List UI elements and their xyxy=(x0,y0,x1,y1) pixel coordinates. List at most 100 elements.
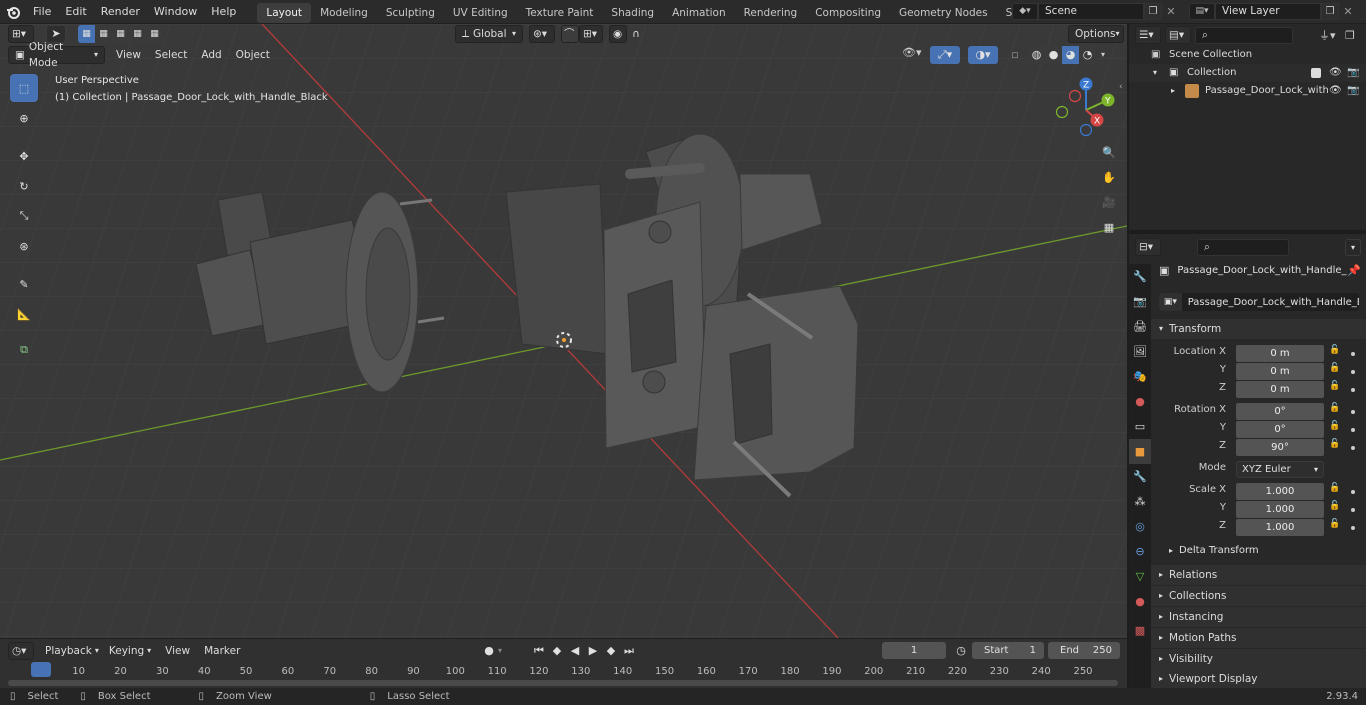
keyframe-dot-icon[interactable] xyxy=(1351,410,1355,414)
tab-rendering[interactable]: Rendering xyxy=(735,3,807,23)
rendered-shading-icon[interactable]: ◔ xyxy=(1079,46,1096,64)
timeline-scrollbar[interactable] xyxy=(8,680,1118,686)
camera-icon[interactable]: 📷 xyxy=(1347,64,1359,82)
shading-options-icon[interactable]: ▾ xyxy=(1096,46,1110,64)
rotation-y-field[interactable]: 0° xyxy=(1236,421,1324,438)
viewport-menu-object[interactable]: Object xyxy=(231,46,275,64)
tab-shading[interactable]: Shading xyxy=(602,3,663,23)
lock-icon[interactable]: 🔓 xyxy=(1329,439,1340,449)
location-x-field[interactable]: 0 m xyxy=(1236,345,1324,362)
expand-arrow-icon[interactable]: ▸ xyxy=(1171,82,1175,100)
scale-y-field[interactable]: 1.000 xyxy=(1236,501,1324,518)
outliner-editor-type-icon[interactable]: ☰▾ xyxy=(1135,26,1161,44)
remove-scene-icon[interactable]: ✕ xyxy=(1162,3,1180,20)
move-tool-icon[interactable]: ✥ xyxy=(10,142,38,170)
sidebar-toggle-icon[interactable]: ‹ xyxy=(1119,82,1123,92)
keyframe-dot-icon[interactable] xyxy=(1351,446,1355,450)
snap-toggle-icon[interactable]: ⌒ xyxy=(561,25,579,43)
tab-compositing[interactable]: Compositing xyxy=(806,3,890,23)
tab-geometry-nodes[interactable]: Geometry Nodes xyxy=(890,3,997,23)
properties-editor-type-icon[interactable]: ⊟▾ xyxy=(1135,238,1161,256)
proportional-falloff-icon[interactable]: ∩ xyxy=(627,25,647,43)
viewport-menu-select[interactable]: Select xyxy=(150,46,192,64)
texture-tab-icon[interactable]: ▩ xyxy=(1129,618,1151,643)
outliner-object-row[interactable]: ▸ Passage_Door_Lock_with 👁 📷 xyxy=(1129,82,1366,100)
lock-icon[interactable]: 🔓 xyxy=(1329,381,1340,391)
location-z-field[interactable]: 0 m xyxy=(1236,381,1324,398)
scene-icon[interactable]: ◆▾ xyxy=(1012,3,1038,20)
options-dropdown[interactable]: Options ▾ xyxy=(1068,25,1124,43)
motion-paths-panel-header[interactable]: ▸ Motion Paths xyxy=(1151,628,1366,648)
filter-icon[interactable]: ⏚▾ xyxy=(1319,27,1345,43)
remove-view-layer-icon[interactable]: ✕ xyxy=(1339,3,1357,20)
keyframe-dot-icon[interactable] xyxy=(1351,352,1355,356)
select-box-tool-icon[interactable]: ⬚ xyxy=(10,74,38,102)
lock-icon[interactable]: 🔓 xyxy=(1329,345,1340,355)
lock-icon[interactable]: 🔓 xyxy=(1329,421,1340,431)
lock-icon[interactable]: 🔓 xyxy=(1329,483,1340,493)
visibility-icon[interactable]: 👁▾ xyxy=(902,46,930,64)
transform-panel-header[interactable]: ▾ Transform xyxy=(1151,319,1366,339)
keyframe-dot-icon[interactable] xyxy=(1351,508,1355,512)
tab-modeling[interactable]: Modeling xyxy=(311,3,377,23)
keyframe-dot-icon[interactable] xyxy=(1351,526,1355,530)
solid-shading-icon[interactable]: ● xyxy=(1045,46,1062,64)
rotate-tool-icon[interactable]: ↻ xyxy=(10,172,38,200)
add-cube-tool-icon[interactable]: ⧉ xyxy=(10,336,38,364)
scale-tool-icon[interactable]: ⤡ xyxy=(10,202,38,230)
lock-icon[interactable]: 🔓 xyxy=(1329,363,1340,373)
view-layer-name-field[interactable]: View Layer xyxy=(1215,3,1321,20)
keyframe-dot-icon[interactable] xyxy=(1351,388,1355,392)
tab-uv-editing[interactable]: UV Editing xyxy=(444,3,517,23)
output-tab-icon[interactable]: 🖨 xyxy=(1129,314,1151,339)
outliner-search-input[interactable]: ⌕ xyxy=(1195,26,1293,44)
new-scene-icon[interactable]: ❐ xyxy=(1144,3,1162,20)
wireframe-shading-icon[interactable]: ◍ xyxy=(1028,46,1045,64)
eye-icon[interactable]: 👁 xyxy=(1329,64,1342,82)
measure-tool-icon[interactable]: 📐 xyxy=(10,300,38,328)
new-view-layer-icon[interactable]: ❐ xyxy=(1321,3,1339,20)
xray-toggle-icon[interactable]: ▫ xyxy=(1006,46,1024,64)
scale-x-field[interactable]: 1.000 xyxy=(1236,483,1324,500)
blender-logo-icon[interactable] xyxy=(0,0,26,24)
viewport-display-panel-header[interactable]: ▸ Viewport Display xyxy=(1151,669,1366,688)
select-extend-icon[interactable]: ▦ xyxy=(95,25,112,43)
material-tab-icon[interactable]: ● xyxy=(1129,589,1151,614)
collections-panel-header[interactable]: ▸ Collections xyxy=(1151,586,1366,606)
select-intersect-icon[interactable]: ▦ xyxy=(146,25,163,43)
material-shading-icon[interactable]: ◕ xyxy=(1062,46,1079,64)
navigation-gizmo[interactable]: Z Y X xyxy=(1050,74,1122,146)
menu-file[interactable]: File xyxy=(26,0,58,24)
constraints-tab-icon[interactable]: ⊖ xyxy=(1129,539,1151,564)
overlay-toggle-icon[interactable]: ◑▾ xyxy=(968,46,998,64)
tab-sculpting[interactable]: Sculpting xyxy=(377,3,444,23)
scene-name-field[interactable]: Scene xyxy=(1038,3,1144,20)
gizmo-toggle-icon[interactable]: ⤢▾ xyxy=(930,46,960,64)
properties-options-icon[interactable]: ▾ xyxy=(1345,238,1361,256)
eye-icon[interactable]: 👁 xyxy=(1329,82,1342,100)
keyframe-dot-icon[interactable] xyxy=(1351,490,1355,494)
rotation-x-field[interactable]: 0° xyxy=(1236,403,1324,420)
menu-help[interactable]: Help xyxy=(204,0,243,24)
proportional-edit-icon[interactable]: ◉ xyxy=(609,25,627,43)
select-subtract-icon[interactable]: ▦ xyxy=(112,25,129,43)
camera-icon[interactable]: 📷 xyxy=(1347,82,1359,100)
expand-arrow-icon[interactable]: ▾ xyxy=(1153,64,1157,82)
tab-texture-paint[interactable]: Texture Paint xyxy=(517,3,603,23)
pan-hand-icon[interactable]: ✋ xyxy=(1098,167,1120,189)
scale-z-field[interactable]: 1.000 xyxy=(1236,519,1324,536)
select-tool-icon[interactable]: ➤ xyxy=(46,25,66,43)
ortho-toggle-icon[interactable]: ▦ xyxy=(1098,217,1120,239)
object-name-input[interactable]: Passage_Door_Lock_with_Handle_Black xyxy=(1182,297,1359,308)
tab-layout[interactable]: Layout xyxy=(257,2,312,23)
instancing-panel-header[interactable]: ▸ Instancing xyxy=(1151,607,1366,627)
pivot-point-icon[interactable]: ⊛▾ xyxy=(529,25,555,43)
annotate-tool-icon[interactable]: ✎ xyxy=(10,270,38,298)
zoom-icon[interactable]: 🔍 xyxy=(1098,142,1120,164)
tab-animation[interactable]: Animation xyxy=(663,3,735,23)
location-y-field[interactable]: 0 m xyxy=(1236,363,1324,380)
editor-type-icon[interactable]: ⊞▾ xyxy=(8,25,34,43)
viewport-menu-view[interactable]: View xyxy=(111,46,146,64)
rotation-z-field[interactable]: 90° xyxy=(1236,439,1324,456)
outliner-collection-row[interactable]: ▾ ▣ Collection 👁 📷 xyxy=(1129,64,1366,82)
